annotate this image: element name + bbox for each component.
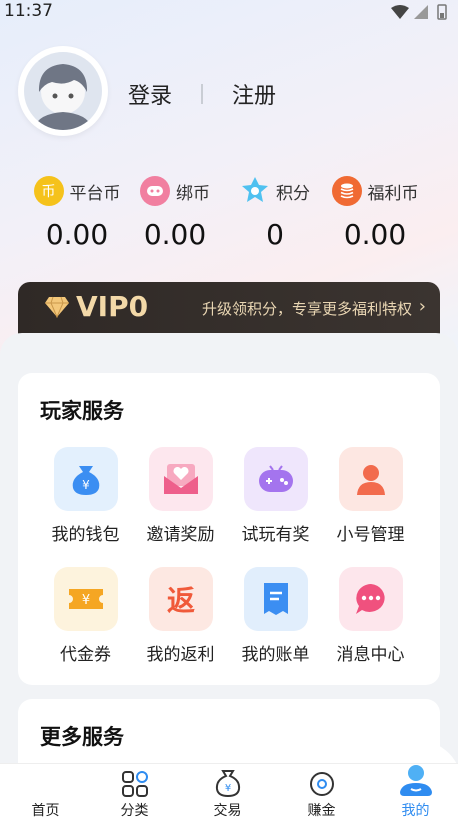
vip-description: 升级领积分，专享更多福利特权 [201, 300, 412, 318]
wallet-label: 平台币 [69, 183, 121, 204]
svg-text:¥: ¥ [81, 593, 89, 608]
service-label: 邀请奖励 [146, 525, 215, 545]
game-controller-icon [243, 447, 308, 511]
wallet-welfare-coin[interactable]: 福利币 0.00 [320, 172, 430, 251]
player-services-card: 玩家服务 ¥ 我的钱包 邀请奖励 试玩有奖 小号管理 ¥ 代金券 返 我的返利 … [18, 373, 440, 685]
bind-coin-icon [140, 176, 170, 206]
wallet-value: 0.00 [143, 218, 207, 251]
tab-label: 交易 [213, 803, 242, 819]
bottom-tab-bar: 首页 分类 ¥ 交易 赚金 我的 [0, 763, 458, 821]
divider [201, 84, 204, 104]
tab-label: 分类 [120, 803, 149, 819]
tab-label: 首页 [31, 803, 60, 819]
service-label: 试玩有奖 [241, 525, 310, 545]
wallet-value: 0.00 [45, 218, 109, 251]
section-title: 玩家服务 [40, 399, 124, 423]
tab-label: 我的 [401, 803, 430, 819]
service-sub-accounts[interactable]: 小号管理 [323, 447, 418, 545]
service-label: 我的返利 [146, 645, 215, 665]
welfare-coin-icon [331, 176, 362, 206]
wallet-points[interactable]: 积分 0 [220, 172, 330, 251]
diamond-icon [44, 296, 70, 322]
wallet-bag-icon: ¥ [53, 447, 118, 511]
bill-receipt-icon [243, 567, 308, 631]
status-icons [390, 4, 452, 25]
register-link[interactable]: 注册 [232, 78, 276, 110]
chevron-right-icon: › [418, 296, 426, 317]
login-link[interactable]: 登录 [128, 78, 172, 110]
tab-mine[interactable]: 我的 [370, 764, 458, 821]
wallet-platform-coin[interactable]: 币 平台币 0.00 [22, 172, 132, 251]
category-grid-icon [89, 764, 180, 798]
service-rebate[interactable]: 返 我的返利 [133, 567, 228, 665]
tab-trade[interactable]: ¥ 交易 [182, 764, 273, 821]
wifi-signal-battery-icon [391, 4, 447, 20]
mine-user-icon [370, 764, 458, 798]
service-trial[interactable]: 试玩有奖 [228, 447, 323, 545]
service-label: 代金券 [60, 645, 111, 665]
account-user-icon [338, 447, 403, 511]
vip-level: VIP0 [76, 290, 149, 323]
service-messages[interactable]: 消息中心 [323, 567, 418, 665]
tab-home[interactable]: 首页 [0, 764, 91, 821]
wallet-bind-coin[interactable]: 绑币 0.00 [120, 172, 230, 251]
service-label: 消息中心 [336, 645, 405, 665]
service-label: 我的钱包 [51, 525, 120, 545]
wallet-value: 0.00 [343, 218, 407, 251]
service-label: 小号管理 [336, 525, 405, 545]
service-voucher[interactable]: ¥ 代金券 [38, 567, 133, 665]
wallet-label: 积分 [276, 183, 310, 204]
services-sheet: 玩家服务 ¥ 我的钱包 邀请奖励 试玩有奖 小号管理 ¥ 代金券 返 我的返利 … [0, 333, 458, 789]
service-label: 我的账单 [241, 645, 310, 665]
home-icon [0, 764, 91, 798]
tab-category[interactable]: 分类 [89, 764, 180, 821]
rebate-icon: 返 [148, 567, 213, 631]
wallet-label: 福利币 [367, 183, 419, 204]
invite-envelope-icon [148, 447, 213, 511]
auth-links: 登录 注册 [128, 78, 276, 110]
avatar-image [24, 52, 102, 130]
tab-earn[interactable]: 赚金 [276, 764, 367, 821]
message-bubble-icon [338, 567, 403, 631]
wallet-value: 0 [266, 218, 284, 251]
voucher-ticket-icon: ¥ [53, 567, 118, 631]
svg-text:返: 返 [166, 584, 194, 617]
tab-label: 赚金 [307, 803, 336, 819]
service-invite[interactable]: 邀请奖励 [133, 447, 228, 545]
platform-coin-icon: 币 [33, 176, 64, 206]
status-time: 11:37 [4, 1, 53, 21]
service-bill[interactable]: 我的账单 [228, 567, 323, 665]
trade-bag-icon: ¥ [182, 764, 273, 798]
wallet-label: 绑币 [176, 183, 210, 204]
wallet-summary: 币 平台币 0.00 绑币 0.00 积分 0 福利币 0.00 [0, 172, 458, 252]
svg-text:¥: ¥ [224, 783, 230, 794]
status-bar: 11:37 [0, 0, 458, 24]
earn-coin-icon [276, 764, 367, 798]
points-icon [240, 176, 270, 206]
avatar[interactable] [18, 46, 108, 136]
section-title: 更多服务 [40, 725, 124, 749]
service-wallet[interactable]: ¥ 我的钱包 [38, 447, 133, 545]
vip-banner[interactable]: VIP0 升级领积分，专享更多福利特权 › [18, 282, 440, 334]
svg-text:¥: ¥ [82, 478, 90, 492]
